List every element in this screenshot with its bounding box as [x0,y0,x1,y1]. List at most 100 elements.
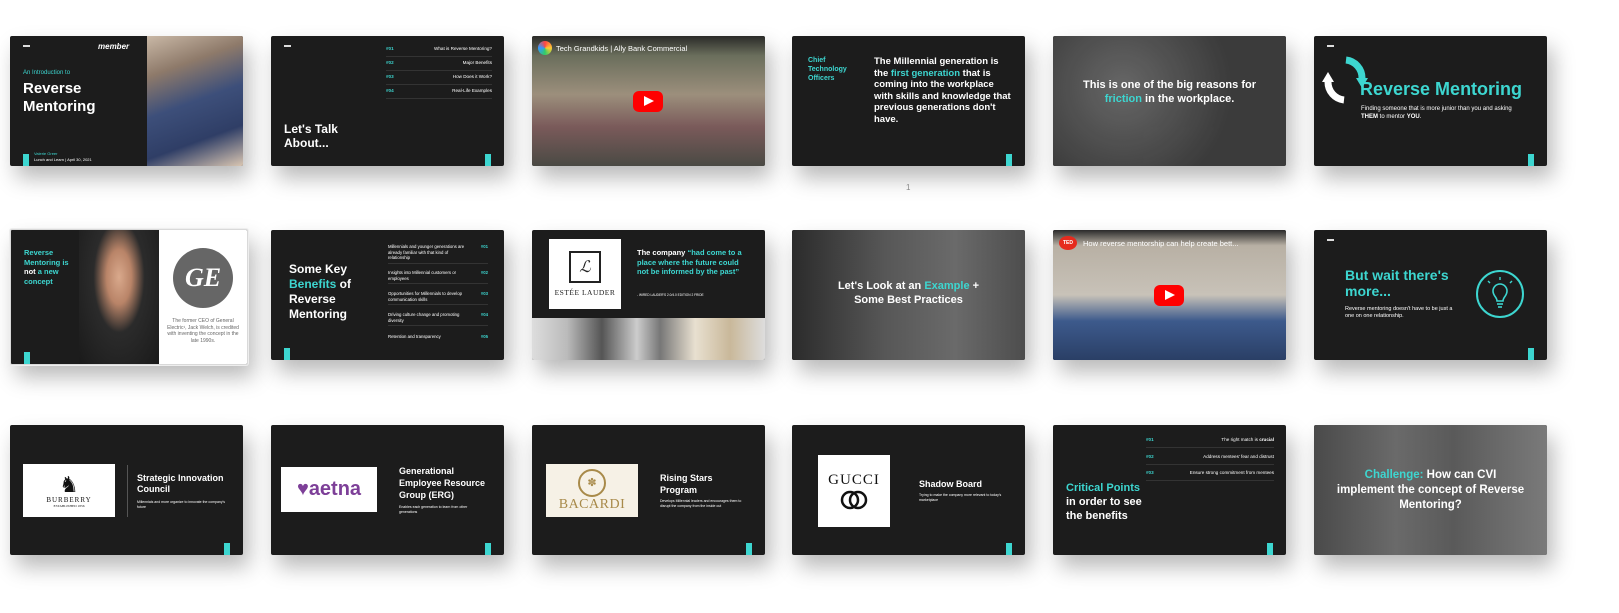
slide-thumbnail-6[interactable]: Reverse Mentoring Finding someone that i… [1314,36,1547,166]
slide-thumbnail-18[interactable]: Challenge: How can CVI implement the con… [1314,425,1547,555]
slide-thumbnail-5[interactable]: This is one of the big reasons for frict… [1053,36,1286,166]
slide-body: Reverse Mentoring is not a new concept [24,248,80,286]
body-text: in the workplace. [1141,93,1235,105]
benefit-text: Driving culture change and promoting div… [388,312,460,323]
slide-desc: Develops Millennial leaders and encourag… [660,499,742,508]
slide-thumbnail-9[interactable]: ℒ ESTÉE LAUDER The company “had come to … [532,230,765,360]
brand-name: BACARDI [558,496,626,512]
slide-body: Let's Look at an Example + Some Best Pra… [822,279,995,307]
benefit-text: Insights into Millennial customers or em… [388,270,457,281]
title-text: Some Key [289,262,348,276]
slide-thumbnail-16[interactable]: GUCCI Shadow Board Trying to make the co… [792,425,1025,555]
side-label: Chief Technology Officers [808,57,847,82]
jack-welch-photo [79,230,159,364]
body-text: Let's Look at an [837,280,925,292]
accent-bar [1006,154,1012,166]
point-text-a: The right match is [1221,437,1260,442]
point-num: #02 [1146,454,1154,459]
benefit-item: Millennials and younger generations are … [388,244,488,264]
agenda-num: #02 [386,60,394,65]
slide-desc: Trying to make the company more relevant… [919,493,1002,502]
video-title: How reverse mentorship can help create b… [1083,239,1239,248]
accent-bar [24,352,30,364]
title-text: in order to see the benefits [1066,496,1142,522]
slide-thumbnail-13[interactable]: ♞ BURBERRY ESTABLISHED 1856 Strategic In… [10,425,243,555]
ge-logo-icon: GE [173,248,233,308]
slide-thumbnail-11[interactable]: TED How reverse mentorship can help crea… [1053,230,1286,360]
el-monogram-icon: ℒ [569,251,601,283]
accent-bar [1267,543,1273,555]
desc-text: to mentor [1378,114,1407,120]
member-logo: member [98,42,130,51]
presenter-name: Valerie Greer [34,151,58,156]
slide-subtitle: An Introduction to [23,70,71,76]
point-num: #01 [1146,437,1154,442]
challenge-label: Challenge: [1364,469,1424,481]
body-text: Reverse Mentoring is [24,248,69,267]
brand-name: ♥aetna [296,478,362,500]
video-title: Tech Grandkids | Ally Bank Commercial [556,44,688,53]
quote-lead: The company [637,248,688,257]
slide-title-line2: Mentoring [23,98,96,115]
slide-body: This is one of the big reasons for frict… [1083,78,1256,106]
slide-quote: The company “had come to a place where t… [637,248,752,277]
people-photo [147,36,243,166]
slide-title: Shadow Board [919,479,983,489]
slide-caption: The former CEO of General Electric¹, Jac… [167,318,239,344]
slide-desc: Reverse mentoring doesn't have to be jus… [1345,306,1453,319]
youtube-play-icon[interactable] [1154,285,1184,306]
accent-bar [23,154,29,166]
bacardi-logo: ✽ BACARDI [546,464,638,517]
slide-thumbnail-4[interactable]: Chief Technology Officers The Millennial… [792,36,1025,166]
benefit-num: #03 [480,291,488,296]
slide-thumbnail-8[interactable]: Some Key Benefits of Reverse Mentoring M… [271,230,504,360]
desc-bold: THEM [1361,114,1378,120]
slide-thumbnail-1[interactable]: member An Introduction to Reverse Mentor… [10,36,243,166]
agenda-row: #03 How Does it Work? [386,74,492,85]
brand-name: BURBERRY [46,495,92,504]
accent-bar [1528,348,1534,360]
desc-text: . [1419,114,1422,120]
aetna-logo: ♥aetna [281,467,377,512]
accent-bar [485,154,491,166]
gg-monogram-icon [840,490,868,509]
benefit-text: Retention and transparency [388,334,441,339]
benefit-text: Millennials and younger generations are … [388,244,465,260]
slide-thumbnail-15[interactable]: ✽ BACARDI Rising Stars Program Develops … [532,425,765,555]
point-text-a: Ensure strong commitment from mentees [1189,470,1274,475]
knight-icon: ♞ [59,471,79,497]
critical-point-row: #03 Ensure strong commitment from mentees [1146,470,1274,481]
slide-mark [23,45,30,47]
slide-number: 1 [906,183,911,192]
title-teal: Critical [1066,482,1107,494]
slide-thumbnail-2[interactable]: #01 What is Reverse Mentoring? #02 Major B… [271,36,504,166]
benefit-item: Opportunities for Millennials to develop… [388,291,488,305]
brand-name: ESTÉE LAUDER [554,288,616,297]
body-highlight: first generation [890,67,961,79]
desc-text: Finding someone that is more junior than… [1361,106,1512,112]
benefit-num: #01 [480,244,488,249]
lightbulb-icon [1476,270,1524,318]
slide-desc: Enables each generation to learn from ot… [399,505,468,514]
brand-name: GUCCI [828,471,880,488]
body-bold: not [24,267,36,276]
slide-thumbnail-7[interactable]: Reverse Mentoring is not a new concept G… [10,229,248,365]
event-info: Lunch and Learn | April 30, 2021 [34,157,92,162]
benefit-item: Retention and transparency #05 [388,334,488,340]
critical-point-row: #01 The right match is crucial [1146,437,1274,448]
agenda-text: How Does it Work? [452,74,492,79]
accent-bar [1006,543,1012,555]
agenda-row: #01 What is Reverse Mentoring? [386,46,492,57]
benefit-item: Insights into Millennial customers or em… [388,270,488,284]
youtube-play-icon[interactable] [633,91,663,112]
point-num: #03 [1146,470,1154,475]
slide-thumbnail-17[interactable]: #01 The right match is crucial #02 Address… [1053,425,1286,555]
ge-logo-text: GE [184,263,222,292]
slide-thumbnail-10[interactable]: Let's Look at an Example + Some Best Pra… [792,230,1025,360]
slide-thumbnail-14[interactable]: ♥aetna Generational Employee Resource Gr… [271,425,504,555]
slide-thumbnail-3[interactable]: Tech Grandkids | Ally Bank Commercial [532,36,765,166]
slide-thumbnail-12[interactable]: But wait there's more... Reverse mentori… [1314,230,1547,360]
channel-avatar [538,41,552,55]
slide-title-line1: Reverse [23,80,82,97]
accent-bar [284,348,290,360]
